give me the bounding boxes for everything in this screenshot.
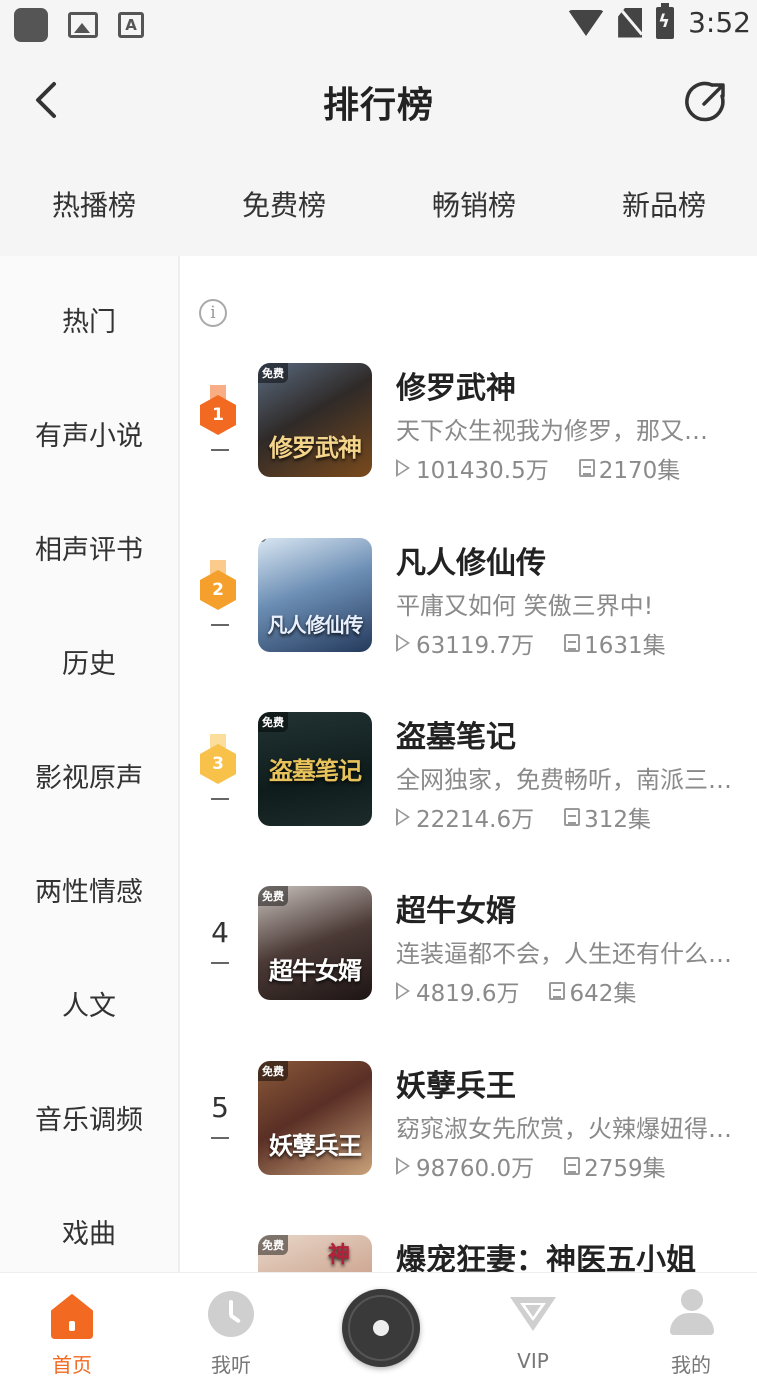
rank-trend-icon [211, 1137, 229, 1139]
episodes-icon [578, 459, 595, 477]
nav-mine[interactable]: 我的 [636, 1273, 746, 1378]
play-count-icon [396, 634, 410, 652]
sidebar-item-soundtrack[interactable]: 影视原声 [0, 756, 178, 795]
info-icon[interactable]: i [199, 299, 227, 327]
status-bar: A 3:52 [0, 0, 757, 52]
clock-icon [208, 1291, 254, 1337]
play-count: 101430.5万 [416, 458, 549, 484]
book-cover[interactable]: 免费 神 [258, 1235, 372, 1272]
app-notification-icon [14, 8, 48, 42]
ranking-row[interactable]: 5 免费 妖孽兵王 妖孽兵王 窈窕淑女先欣赏，火辣爆妞得… 98760.0万 2… [180, 1061, 757, 1235]
play-count-icon [396, 982, 410, 1000]
tab-new[interactable]: 新品榜 [594, 184, 734, 224]
nav-listen[interactable]: 我听 [176, 1273, 286, 1378]
image-notification-icon [68, 12, 98, 38]
play-count-icon [396, 1157, 410, 1175]
ranking-row[interactable]: 2 凡人修仙传 凡人修仙传 平庸又如何 笑傲三界中! 63119.7万 1631… [180, 538, 757, 712]
book-cover[interactable]: 免费 盗墓笔记 [258, 712, 372, 826]
book-stats: 4819.6万 642集 [396, 974, 636, 1008]
book-cover[interactable]: 免费 超牛女婿 [258, 886, 372, 1000]
book-stats: 63119.7万 1631集 [396, 626, 666, 660]
book-stats: 98760.0万 2759集 [396, 1149, 666, 1183]
book-title: 修罗武神 [396, 371, 516, 406]
nav-vip-label: VIP [517, 1349, 549, 1373]
play-count: 98760.0万 [416, 1156, 535, 1182]
book-stats: 22214.6万 312集 [396, 800, 651, 834]
nav-listen-label: 我听 [211, 1353, 251, 1377]
rank-trend-icon [211, 962, 229, 964]
play-count-icon [396, 459, 410, 477]
episode-count: 642集 [569, 981, 637, 1007]
tab-hot[interactable]: 热播榜 [24, 184, 164, 224]
share-icon[interactable] [682, 78, 730, 126]
book-cover[interactable]: 凡人修仙传 [258, 538, 372, 652]
header: 排行榜 [0, 52, 757, 148]
player-disc-button[interactable] [342, 1289, 420, 1367]
sidebar-item-hot[interactable]: 热门 [0, 300, 178, 339]
tab-free[interactable]: 免费榜 [214, 184, 354, 224]
nav-home[interactable]: 首页 [17, 1273, 127, 1378]
episodes-icon [564, 808, 581, 826]
rank-trend-icon [211, 798, 229, 800]
rank-number: 5 [211, 1091, 229, 1124]
book-description: 平庸又如何 笑傲三界中! [396, 592, 654, 620]
episodes-icon [564, 1157, 581, 1175]
page-title: 排行榜 [322, 85, 434, 126]
rank-badge: 3 [200, 734, 236, 784]
rank-badge: 2 [200, 560, 236, 610]
book-cover[interactable]: 免费 妖孽兵王 [258, 1061, 372, 1175]
tab-bestseller[interactable]: 畅销榜 [404, 184, 544, 224]
rank-badge: 1 [200, 385, 236, 435]
book-title: 爆宠狂妻：神医五小姐 [396, 1243, 696, 1272]
ranking-row[interactable]: 4 免费 超牛女婿 超牛女婿 连装逼都不会，人生还有什么… 4819.6万 64… [180, 886, 757, 1060]
book-title: 凡人修仙传 [396, 546, 546, 581]
episodes-icon [549, 982, 566, 1000]
rank-number: 4 [211, 916, 229, 949]
book-title: 超牛女婿 [396, 894, 516, 929]
chart-type-tabs: 热播榜 免费榜 畅销榜 新品榜 [0, 148, 757, 256]
book-description: 天下众生视我为修罗，那又… [396, 417, 708, 445]
user-icon [670, 1289, 714, 1339]
sidebar-item-audio-novel[interactable]: 有声小说 [0, 414, 178, 453]
play-count: 4819.6万 [416, 981, 520, 1007]
keyboard-notification-icon: A [118, 12, 144, 38]
episodes-icon [564, 634, 581, 652]
book-title: 妖孽兵王 [396, 1069, 516, 1104]
sidebar-item-humanities[interactable]: 人文 [0, 984, 178, 1023]
play-count-icon [396, 808, 410, 826]
category-sidebar: 热门 有声小说 相声评书 历史 影视原声 两性情感 人文 音乐调频 戏曲 [0, 256, 180, 1276]
book-description: 全网独家，免费畅听，南派三… [396, 766, 732, 794]
sidebar-item-relationships[interactable]: 两性情感 [0, 870, 178, 909]
status-time: 3:52 [688, 6, 751, 39]
nav-vip[interactable]: VIP [478, 1273, 588, 1378]
wifi-icon [568, 9, 605, 36]
home-icon [51, 1294, 93, 1339]
sidebar-item-crosstalk[interactable]: 相声评书 [0, 528, 178, 567]
episode-count: 312集 [584, 807, 652, 833]
episode-count: 2759集 [584, 1156, 666, 1182]
sidebar-item-history[interactable]: 历史 [0, 642, 178, 681]
vip-icon [510, 1297, 556, 1331]
sidebar-item-music-radio[interactable]: 音乐调频 [0, 1098, 178, 1137]
ranking-row[interactable]: 3 免费 盗墓笔记 盗墓笔记 全网独家，免费畅听，南派三… 22214.6万 3… [180, 712, 757, 886]
bottom-navigation: 首页 我听 VIP 我的 [0, 1272, 757, 1378]
play-count: 63119.7万 [416, 633, 535, 659]
book-description: 连装逼都不会，人生还有什么… [396, 940, 732, 968]
rank-trend-icon [211, 449, 229, 451]
book-description: 窈窕淑女先欣赏，火辣爆妞得… [396, 1115, 732, 1143]
play-count: 22214.6万 [416, 807, 535, 833]
nav-home-label: 首页 [52, 1353, 92, 1377]
book-stats: 101430.5万 2170集 [396, 451, 680, 485]
rank-trend-icon [211, 624, 229, 626]
nav-mine-label: 我的 [671, 1353, 711, 1377]
battery-charging-icon [656, 2, 675, 39]
book-cover[interactable]: 免费 修罗武神 [258, 363, 372, 477]
book-title: 盗墓笔记 [396, 720, 516, 755]
episode-count: 2170集 [598, 458, 681, 484]
ranking-row[interactable]: 免费 神 爆宠狂妻：神医五小姐 [180, 1235, 757, 1272]
episode-count: 1631集 [584, 633, 666, 659]
no-sim-icon [618, 7, 643, 38]
ranking-row[interactable]: 1 免费 修罗武神 修罗武神 天下众生视我为修罗，那又… 101430.5万 2… [180, 363, 757, 537]
sidebar-item-opera[interactable]: 戏曲 [0, 1212, 178, 1251]
